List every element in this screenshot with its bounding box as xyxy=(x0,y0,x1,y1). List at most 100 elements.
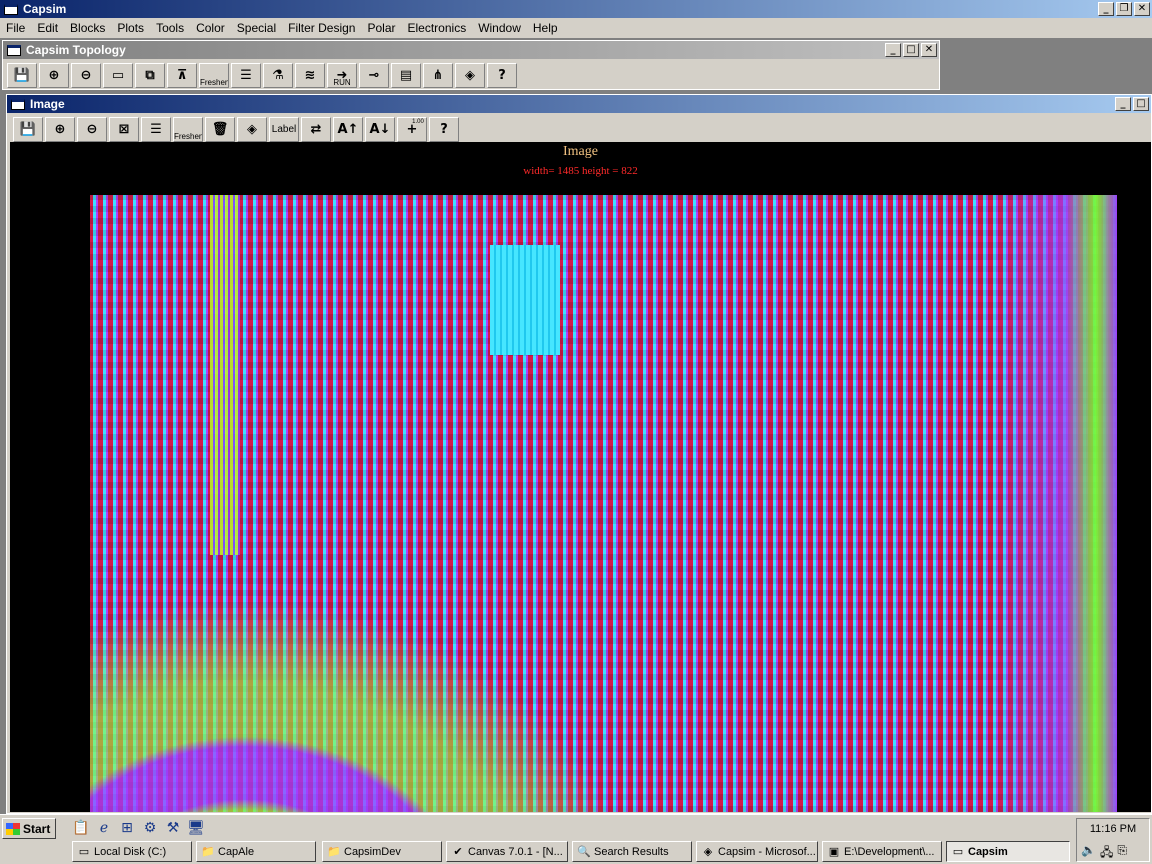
image-dimensions: width= 1485 height = 822 xyxy=(523,165,638,177)
image-list-button[interactable]: ☰ xyxy=(141,117,171,142)
app-title: Capsim xyxy=(23,2,67,16)
menu-blocks[interactable]: Blocks xyxy=(64,21,111,35)
image-zoom-in-button[interactable]: ⊕ xyxy=(45,117,75,142)
connect-button[interactable]: ⧉ xyxy=(135,63,165,88)
image-crop-button[interactable]: ⊠ xyxy=(109,117,139,142)
image-save-button[interactable]: 💾 xyxy=(13,117,43,142)
computer-icon[interactable]: 🖥 xyxy=(187,819,205,837)
help-button[interactable]: ? xyxy=(487,63,517,88)
image-toolbar: 💾 ⊕ ⊖ ⊠ ☰ Freshen 🗑 ◈ Label ⇄ A↑ A↓ +1.0… xyxy=(13,117,461,143)
taskbar-item-search-results[interactable]: 🔍 Search Results xyxy=(572,841,692,862)
command-prompt-icon: ▣ xyxy=(828,844,840,858)
close-button[interactable]: ✕ xyxy=(1134,2,1150,16)
interference-image[interactable] xyxy=(90,195,1117,812)
image-freshen-button[interactable]: Freshen xyxy=(173,117,203,142)
save-button[interactable]: 💾 xyxy=(7,63,37,88)
probe-icon: ⊸ xyxy=(368,68,380,83)
canvas-app-icon: ✔ xyxy=(453,844,463,858)
topology-close-button[interactable]: ✕ xyxy=(921,43,937,57)
zoom-out-icon: ⊖ xyxy=(86,122,98,137)
system-tray: 11:16 PM 🔈 🖧 ⎘ xyxy=(1076,818,1150,862)
cursor-button[interactable]: +1.00 xyxy=(397,117,427,142)
zoom-in-button[interactable]: ⊕ xyxy=(39,63,69,88)
tray-icons: 🔈 🖧 ⎘ xyxy=(1081,843,1127,864)
image-help-button[interactable]: ? xyxy=(429,117,459,142)
taskbar-item-label: CapsimDev xyxy=(344,845,401,858)
taskbar-item-label: Search Results xyxy=(594,845,669,858)
minimize-button[interactable]: _ xyxy=(1098,2,1114,16)
image-label-button[interactable]: Label xyxy=(269,117,299,142)
internet-explorer-icon[interactable]: ℯ xyxy=(95,819,113,837)
run-button[interactable]: ➜ RUN xyxy=(327,63,357,88)
font-increase-button[interactable]: A↑ xyxy=(333,117,363,142)
start-button[interactable]: Start xyxy=(2,818,56,839)
network-icon[interactable]: ⊞ xyxy=(118,819,136,837)
menu-polar[interactable]: Polar xyxy=(361,21,401,35)
taskbar-item-label: Local Disk (C:) xyxy=(94,845,167,858)
list-icon: ☰ xyxy=(240,68,252,83)
tool-button[interactable]: ⚗ xyxy=(263,63,293,88)
taskbar-item-capale[interactable]: 📁 CapAle xyxy=(196,841,316,862)
topology-title: Capsim Topology xyxy=(26,43,126,57)
image-canvas[interactable]: Image width= 1485 height = 822 xyxy=(10,142,1151,812)
topology-maximize-button[interactable]: □ xyxy=(903,43,919,57)
folder-icon: 📁 xyxy=(201,844,215,858)
menu-special[interactable]: Special xyxy=(231,21,282,35)
image-minimize-button[interactable]: _ xyxy=(1115,97,1131,111)
menu-window[interactable]: Window xyxy=(472,21,527,35)
topology-toolbar: 💾 ⊕ ⊖ ▭ ⧉ ⊼ Freshen ☰ ⚗ ≋ ➜ RUN ⊸ ▤ ⋔ ◈ ? xyxy=(7,63,519,89)
plot-button[interactable]: ◈ xyxy=(455,63,485,88)
search-icon: 🔍 xyxy=(577,844,591,858)
tree-button[interactable]: ⋔ xyxy=(423,63,453,88)
signal-icon: ≋ xyxy=(304,68,316,83)
signal-button[interactable]: ≋ xyxy=(295,63,325,88)
taskbar-item-capsim[interactable]: ▭ Capsim xyxy=(946,841,1070,862)
settings-icon[interactable]: ⚙ xyxy=(141,819,159,837)
image-export-button[interactable]: ⇄ xyxy=(301,117,331,142)
show-desktop-icon[interactable]: 📋 xyxy=(72,819,90,837)
menu-help[interactable]: Help xyxy=(527,21,564,35)
image-titlebar: Image _ □ xyxy=(7,95,1151,113)
cursor-value: 1.00 xyxy=(412,119,424,125)
menu-tools[interactable]: Tools xyxy=(150,21,190,35)
zoom-out-button[interactable]: ⊖ xyxy=(71,63,101,88)
probe-button[interactable]: ⊸ xyxy=(359,63,389,88)
image-maximize-button[interactable]: □ xyxy=(1133,97,1149,111)
connection-icon[interactable]: ⎘ xyxy=(1117,843,1127,864)
freshen-button[interactable]: Freshen xyxy=(199,63,229,88)
image-plot-button[interactable]: ◈ xyxy=(237,117,267,142)
taskbar-item-label: Canvas 7.0.1 - [N... xyxy=(468,845,563,858)
list-button[interactable]: ☰ xyxy=(231,63,261,88)
image-delete-button[interactable]: 🗑 xyxy=(205,117,235,142)
topology-minimize-button[interactable]: _ xyxy=(885,43,901,57)
help-icon: ? xyxy=(440,122,448,137)
taskbar-item-capsimdev[interactable]: 📁 CapsimDev xyxy=(322,841,442,862)
taskbar-item-command-prompt[interactable]: ▣ E:\Development\... xyxy=(822,841,942,862)
clock[interactable]: 11:16 PM xyxy=(1077,823,1149,835)
network-status-icon[interactable]: 🖧 xyxy=(1100,843,1113,864)
menu-plots[interactable]: Plots xyxy=(111,21,150,35)
menu-edit[interactable]: Edit xyxy=(31,21,64,35)
taskbar-item-capsim-microsoft[interactable]: ◈ Capsim - Microsof... xyxy=(696,841,818,862)
restore-button[interactable]: ❐ xyxy=(1116,2,1132,16)
document-button[interactable]: ▤ xyxy=(391,63,421,88)
taskbar-item-local-disk[interactable]: ▭ Local Disk (C:) xyxy=(72,841,192,862)
topology-window-icon xyxy=(7,44,21,56)
app-window-icon xyxy=(4,3,18,15)
font-decrease-button[interactable]: A↓ xyxy=(365,117,395,142)
save-icon: 💾 xyxy=(19,122,37,137)
crop-icon: ⊠ xyxy=(118,122,130,137)
menu-electronics[interactable]: Electronics xyxy=(402,21,473,35)
volume-icon[interactable]: 🔈 xyxy=(1081,843,1096,864)
hierarchy-button[interactable]: ⊼ xyxy=(167,63,197,88)
taskbar-item-canvas[interactable]: ✔ Canvas 7.0.1 - [N... xyxy=(446,841,568,862)
menu-color[interactable]: Color xyxy=(190,21,231,35)
menu-filter-design[interactable]: Filter Design xyxy=(282,21,361,35)
tools-icon[interactable]: ⚒ xyxy=(164,819,182,837)
add-block-button[interactable]: ▭ xyxy=(103,63,133,88)
taskbar-item-label: Capsim - Microsof... xyxy=(718,845,816,858)
freshen-label: Freshen xyxy=(200,78,229,87)
menu-file[interactable]: File xyxy=(0,21,31,35)
image-zoom-out-button[interactable]: ⊖ xyxy=(77,117,107,142)
tree-icon: ⋔ xyxy=(432,68,444,83)
